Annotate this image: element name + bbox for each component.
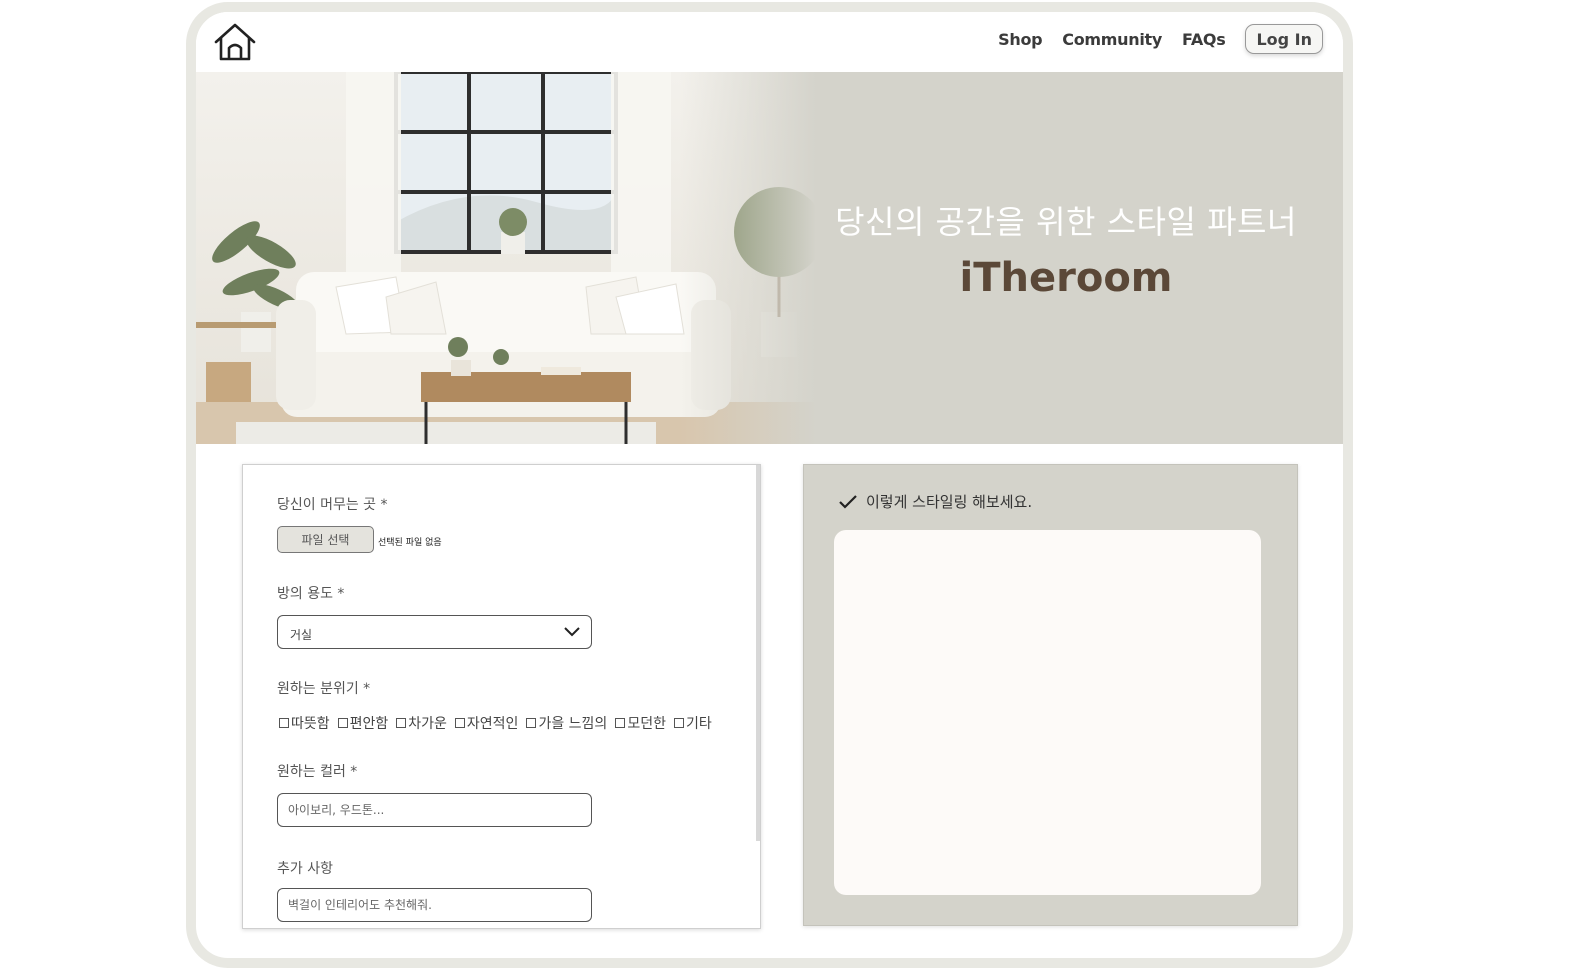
nav-faqs-link[interactable]: FAQs	[1182, 30, 1226, 49]
color-label: 원하는 컬러 *	[277, 764, 358, 780]
login-button[interactable]: Log In	[1245, 24, 1323, 54]
mood-checkbox-natural[interactable]: 자연적인	[454, 713, 518, 733]
styling-result-panel: 이렇게 스타일링 해보세요.	[803, 464, 1298, 926]
checkbox-icon	[337, 718, 348, 728]
checkbox-icon	[526, 718, 537, 728]
checkbox-icon	[673, 718, 684, 728]
mood-checkbox-autumn[interactable]: 가을 느낌의	[526, 713, 607, 733]
form-scrollbar[interactable]	[756, 465, 760, 841]
color-input[interactable]	[277, 793, 592, 827]
mood-label: 원하는 분위기 *	[277, 681, 371, 697]
nav-shop-link[interactable]: Shop	[998, 30, 1042, 49]
hero-text: 당신의 공간을 위한 스타일 파트너 iTheroom	[816, 197, 1316, 301]
file-select-button[interactable]: 파일 선택	[277, 526, 374, 553]
mood-checkbox-group: 따뜻함 편안함 차가운 자연적인 가을 느낌의 모던한 기타	[279, 713, 720, 733]
nav-community-link[interactable]: Community	[1062, 30, 1162, 49]
hero-banner: 당신의 공간을 위한 스타일 파트너 iTheroom	[196, 72, 1343, 444]
header-bar: Shop Community FAQs Log In	[196, 12, 1343, 72]
mood-checkbox-comfort[interactable]: 편안함	[337, 713, 388, 733]
checkbox-icon	[279, 718, 289, 728]
living-room-image	[196, 72, 816, 444]
room-purpose-value: 거실	[290, 628, 313, 642]
mood-checkbox-modern[interactable]: 모던한	[615, 713, 666, 733]
extra-input[interactable]	[277, 888, 592, 922]
room-purpose-label: 방의 용도 *	[277, 586, 345, 602]
checkbox-icon	[454, 718, 465, 728]
checkmark-icon	[839, 494, 857, 509]
file-status-text: 선택된 파일 없음	[378, 538, 442, 548]
room-purpose-select[interactable]: 거실	[277, 615, 592, 649]
checkbox-icon	[615, 718, 626, 728]
result-heading: 이렇게 스타일링 해보세요.	[838, 491, 1032, 512]
extra-label: 추가 사항	[277, 861, 333, 877]
result-heading-text: 이렇게 스타일링 해보세요.	[866, 493, 1033, 511]
mood-checkbox-warm[interactable]: 따뜻함	[279, 713, 330, 733]
hero-title: iTheroom	[959, 255, 1173, 301]
style-request-form: 당신이 머무는 곳 * 파일 선택 선택된 파일 없음 방의 용도 * 거실 원…	[242, 464, 761, 929]
mood-checkbox-other[interactable]: 기타	[673, 713, 712, 733]
chevron-down-icon	[564, 627, 580, 637]
result-display-box	[834, 530, 1261, 895]
mood-checkbox-cool[interactable]: 차가운	[396, 713, 447, 733]
checkbox-icon	[396, 718, 407, 728]
home-icon[interactable]	[213, 21, 257, 63]
app-frame: Shop Community FAQs Log In 당신의 공간을 위한 스타…	[186, 2, 1353, 968]
location-label: 당신이 머무는 곳 *	[277, 497, 388, 513]
top-nav: Shop Community FAQs Log In	[978, 24, 1323, 54]
hero-subtitle: 당신의 공간을 위한 스타일 파트너	[835, 203, 1297, 241]
